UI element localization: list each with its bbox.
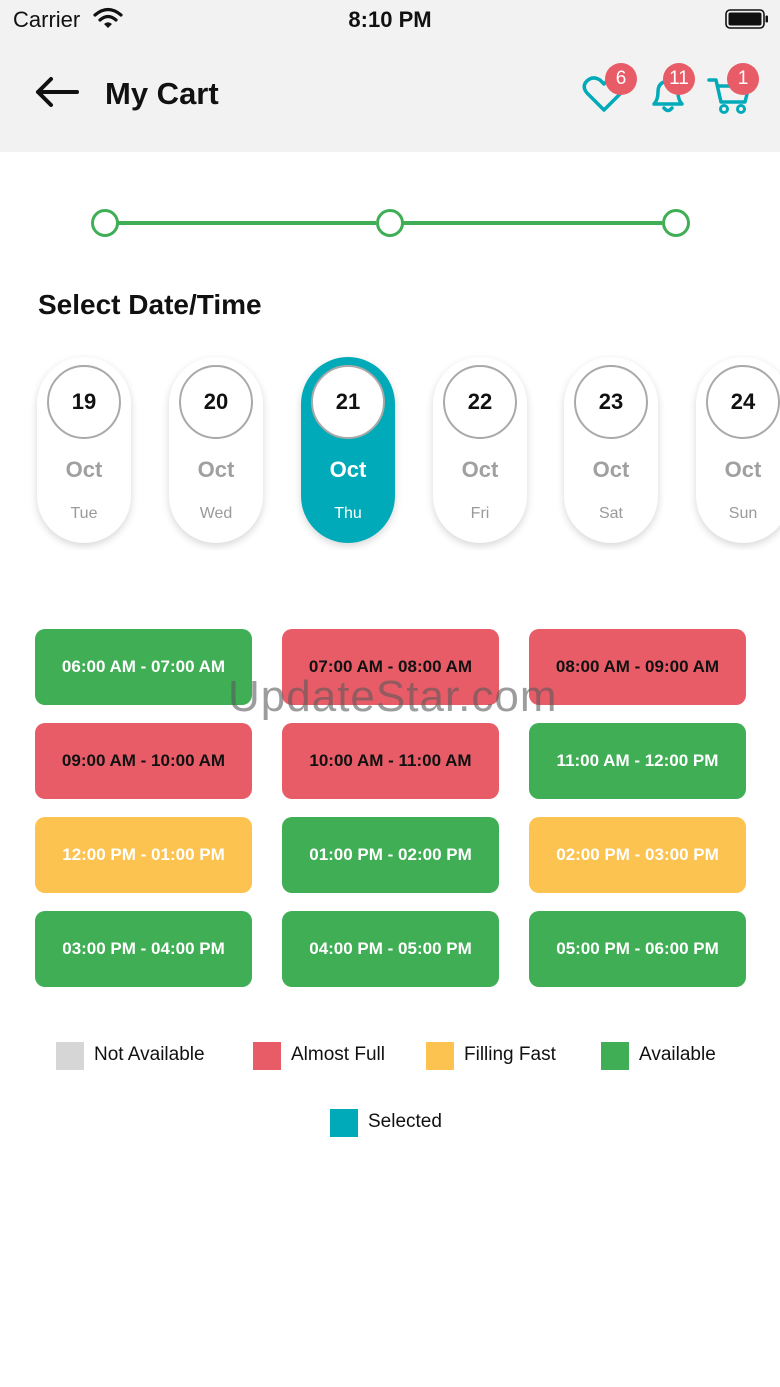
legend-swatch (253, 1042, 281, 1070)
time-slot[interactable]: 12:00 PM - 01:00 PM (35, 817, 252, 893)
step-1-dot (91, 209, 119, 237)
step-connector (403, 221, 662, 225)
time-slot[interactable]: 03:00 PM - 04:00 PM (35, 911, 252, 987)
date-month: Oct (65, 457, 103, 482)
step-connector (118, 221, 376, 225)
time-slot[interactable]: 07:00 AM - 08:00 AM (282, 629, 499, 705)
back-arrow-icon[interactable] (33, 76, 81, 108)
date-weekday: Wed (199, 505, 233, 522)
date-day: 21 (311, 365, 385, 439)
date-month: Oct (461, 457, 499, 482)
date-day: 24 (706, 365, 780, 439)
wishlist-button[interactable]: 6 (581, 63, 637, 118)
date-weekday: Tue (70, 505, 98, 522)
date-card-19[interactable]: 19 Oct Tue (37, 357, 131, 543)
legend-label: Selected (368, 1111, 442, 1132)
time-slot[interactable]: 01:00 PM - 02:00 PM (282, 817, 499, 893)
checkout-stepper (90, 208, 690, 238)
legend-label: Not Available (94, 1044, 205, 1065)
app-header: My Cart 6 11 1 (0, 40, 780, 152)
step-3-dot (662, 209, 690, 237)
legend-label: Filling Fast (464, 1044, 556, 1065)
cart-button[interactable]: 1 (707, 63, 759, 118)
cart-count-badge: 1 (727, 63, 759, 95)
time-slot[interactable]: 11:00 AM - 12:00 PM (529, 723, 746, 799)
time-slot[interactable]: 02:00 PM - 03:00 PM (529, 817, 746, 893)
legend-label: Available (639, 1044, 716, 1065)
legend-swatch (601, 1042, 629, 1070)
legend-swatch (426, 1042, 454, 1070)
notification-count-badge: 11 (663, 63, 695, 95)
date-month: Oct (724, 457, 762, 482)
legend-label: Almost Full (291, 1044, 385, 1065)
date-card-23[interactable]: 23 Oct Sat (564, 357, 658, 543)
legend-swatch (56, 1042, 84, 1070)
date-card-24[interactable]: 24 Oct Sun (696, 357, 780, 543)
date-month: Oct (197, 457, 235, 482)
date-day: 19 (47, 365, 121, 439)
notifications-button[interactable]: 11 (645, 63, 695, 118)
time-slot[interactable]: 05:00 PM - 06:00 PM (529, 911, 746, 987)
time-slot[interactable]: 04:00 PM - 05:00 PM (282, 911, 499, 987)
date-weekday: Sun (728, 505, 758, 522)
date-day: 20 (179, 365, 253, 439)
date-weekday: Sat (598, 505, 623, 522)
date-month: Oct (329, 457, 367, 482)
time-slot[interactable]: 08:00 AM - 09:00 AM (529, 629, 746, 705)
time-slot[interactable]: 10:00 AM - 11:00 AM (282, 723, 499, 799)
battery-icon (725, 9, 769, 29)
wishlist-count-badge: 6 (605, 63, 637, 95)
date-day: 23 (574, 365, 648, 439)
page-title: My Cart (105, 76, 219, 111)
date-weekday: Fri (470, 505, 490, 522)
status-bar: Carrier 8:10 PM (0, 0, 780, 40)
step-2-dot (376, 209, 404, 237)
date-card-20[interactable]: 20 Oct Wed (169, 357, 263, 543)
time-slot[interactable]: 06:00 AM - 07:00 AM (35, 629, 252, 705)
clock: 8:10 PM (348, 7, 432, 32)
section-title: Select Date/Time (38, 289, 262, 320)
date-card-22[interactable]: 22 Oct Fri (433, 357, 527, 543)
date-day: 22 (443, 365, 517, 439)
time-slot[interactable]: 09:00 AM - 10:00 AM (35, 723, 252, 799)
date-card-21-selected[interactable]: 21 Oct Thu (301, 357, 395, 543)
date-month: Oct (592, 457, 630, 482)
date-selector: 19 Oct Tue 20 Oct Wed 21 Oct Thu 22 Oct … (0, 355, 780, 550)
legend-swatch (330, 1109, 358, 1137)
date-weekday: Thu (334, 505, 362, 522)
